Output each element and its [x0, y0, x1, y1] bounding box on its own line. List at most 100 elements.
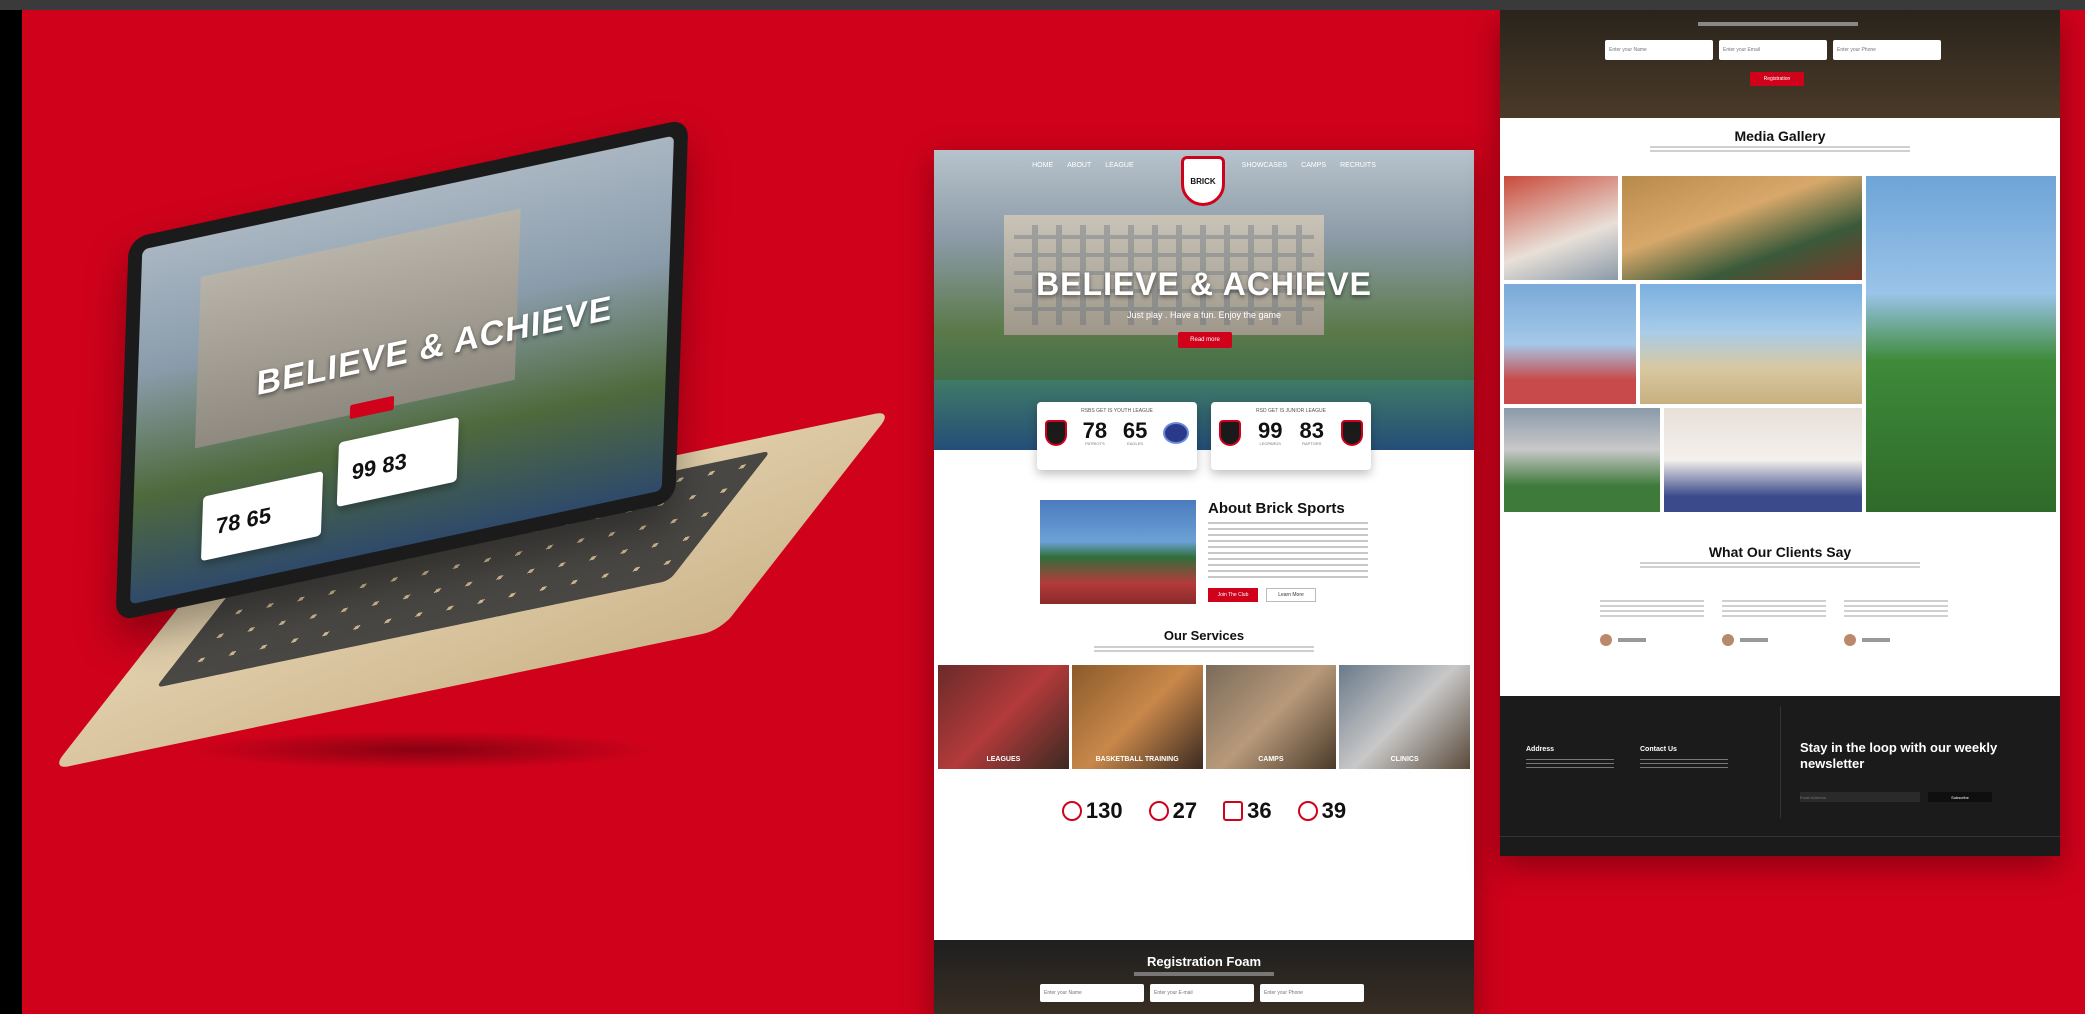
laptop-stat: 78: [215, 508, 241, 540]
testimonial-author: [1618, 638, 1646, 642]
showcase-background: BELIEVE & ACHIEVE 78 65 99 83 HOME ABOUT…: [22, 10, 2085, 1014]
score-card-caption: RSBS GET IS YOUTH LEAGUE: [1081, 408, 1153, 414]
gallery-image[interactable]: [1866, 176, 2056, 512]
team-badge-icon: [1162, 422, 1189, 444]
laptop-stat-card: 78 65: [200, 470, 324, 562]
laptop-mockup: BELIEVE & ACHIEVE 78 65 99 83: [51, 118, 893, 770]
score-card-caption: RSD GET IS JUNIOR LEAGUE: [1256, 408, 1326, 414]
newsletter-email-field[interactable]: [1800, 792, 1920, 802]
footer-address: Address: [1526, 746, 1614, 769]
website-page-home: HOME ABOUT LEAGUE SHOWCASES CAMPS RECRUI…: [934, 150, 1474, 1014]
score-card: RSBS GET IS YOUTH LEAGUE 78 PATRIOTS 65 EA…: [1037, 402, 1197, 470]
counter: 27: [1148, 798, 1198, 824]
counter-value: 36: [1247, 798, 1272, 823]
avatar: [1722, 634, 1734, 646]
counter-value: 130: [1085, 798, 1123, 823]
laptop-stat: 83: [381, 447, 408, 479]
about-title: About Brick Sports: [1208, 500, 1345, 517]
gallery-subtitle: [1650, 146, 1910, 154]
footer-text: [1640, 759, 1728, 769]
nav-item-home[interactable]: HOME: [1032, 162, 1053, 169]
trophy-icon: [1297, 801, 1318, 821]
newsletter-heading: Stay in the loop with our weekly newslet…: [1800, 740, 1998, 771]
counter-value: 27: [1172, 798, 1198, 823]
registration-section: Registration Foam: [934, 940, 1474, 1014]
name-field[interactable]: [1605, 40, 1713, 60]
avatar: [1844, 634, 1856, 646]
about-section: About Brick Sports Join The Club Learn M…: [1040, 500, 1370, 610]
phone-field[interactable]: [1260, 984, 1364, 1002]
nav-item-recruits[interactable]: RECRUITS: [1340, 162, 1376, 169]
email-field[interactable]: [1150, 984, 1254, 1002]
testimonials-title: What Our Clients Say: [1708, 544, 1852, 560]
testimonial-author: [1862, 638, 1890, 642]
score-right: 65 EAGLES: [1123, 420, 1147, 446]
hero-read-more-button[interactable]: Read more: [1178, 332, 1232, 348]
nav-item-camps[interactable]: CAMPS: [1301, 162, 1326, 169]
media-gallery: [1504, 176, 2056, 524]
counters-row: 130 27 36 39: [934, 798, 1474, 824]
footer-text: [1526, 759, 1614, 769]
gallery-image[interactable]: [1504, 408, 1660, 512]
testimonials-subtitle: [1640, 562, 1920, 570]
hero-tagline: Just play . Have a fun. Enjoy the game: [1126, 310, 1282, 320]
about-text: [1208, 522, 1368, 578]
name-field[interactable]: [1040, 984, 1144, 1002]
gallery-image[interactable]: [1622, 176, 1862, 280]
registration-subtitle: [1698, 22, 1858, 26]
service-card-leagues[interactable]: LEAGUES: [938, 665, 1069, 769]
gallery-image[interactable]: [1664, 408, 1862, 512]
registration-button[interactable]: Registration: [1750, 72, 1804, 86]
services-title: Our Services: [1163, 628, 1245, 643]
counter: 39: [1297, 798, 1346, 824]
gallery-image[interactable]: [1504, 284, 1636, 404]
service-card-clinics[interactable]: CLINICS: [1339, 665, 1470, 769]
footer-divider: [1780, 706, 1781, 818]
nav-item-league[interactable]: LEAGUE: [1105, 162, 1133, 169]
learn-more-button[interactable]: Learn More: [1266, 588, 1316, 602]
gallery-image[interactable]: [1640, 284, 1862, 404]
score-left: 99 LEOPARDS: [1258, 420, 1282, 446]
footer-contact: Contact Us: [1640, 746, 1728, 769]
score-value: 78: [1082, 418, 1108, 443]
brick-logo[interactable]: BRICK: [1181, 156, 1225, 206]
service-label: BASKETBALL TRAINING: [1095, 756, 1179, 763]
service-card-camps[interactable]: CAMPS: [1205, 665, 1337, 769]
hero-title: BELIEVE & ACHIEVE: [1036, 266, 1372, 302]
services-grid: LEAGUES BASKETBALL TRAINING CAMPS CLINIC…: [934, 665, 1474, 769]
score-value: 65: [1122, 418, 1148, 443]
laptop-shadow: [182, 730, 662, 770]
top-bar: [0, 0, 2085, 10]
nav-item-about[interactable]: ABOUT: [1067, 162, 1091, 169]
gallery-image[interactable]: [1504, 176, 1618, 280]
score-left: 78 PATRIOTS: [1083, 420, 1107, 446]
registration-title: Registration Foam: [1146, 954, 1262, 969]
services-subtitle: [1094, 646, 1314, 654]
score-right: 83 RAPTORS: [1299, 420, 1323, 446]
testimonial: [1844, 600, 1948, 646]
testimonial: [1722, 600, 1826, 646]
team-badge-icon: [1045, 420, 1067, 446]
testimonial-text: [1600, 600, 1704, 620]
score-value: 83: [1299, 418, 1324, 443]
email-field[interactable]: [1719, 40, 1827, 60]
service-label: LEAGUES: [986, 756, 1021, 763]
score-value: 99: [1258, 418, 1283, 443]
score-cards: RSBS GET IS YOUTH LEAGUE 78 PATRIOTS 65 EA…: [934, 402, 1474, 470]
testimonial-author: [1740, 638, 1768, 642]
counter: 36: [1223, 798, 1272, 824]
footer-heading: Address: [1526, 746, 1555, 753]
testimonial-text: [1844, 600, 1948, 620]
team-badge-icon: [1340, 420, 1363, 446]
basketball-icon: [1061, 801, 1082, 821]
subscribe-button[interactable]: Subscribe: [1928, 792, 1992, 802]
service-card-training[interactable]: BASKETBALL TRAINING: [1071, 665, 1203, 769]
score-team: LEOPARDS: [1259, 441, 1281, 446]
nav-item-showcases[interactable]: SHOWCASES: [1242, 162, 1288, 169]
counter: 130: [1061, 798, 1123, 824]
service-label: CLINICS: [1390, 756, 1419, 763]
join-club-button[interactable]: Join The Club: [1208, 588, 1258, 602]
phone-field[interactable]: [1833, 40, 1941, 60]
footer-heading: Contact Us: [1640, 746, 1677, 753]
site-footer: Address Contact Us Stay in the loop with…: [1500, 696, 2060, 856]
